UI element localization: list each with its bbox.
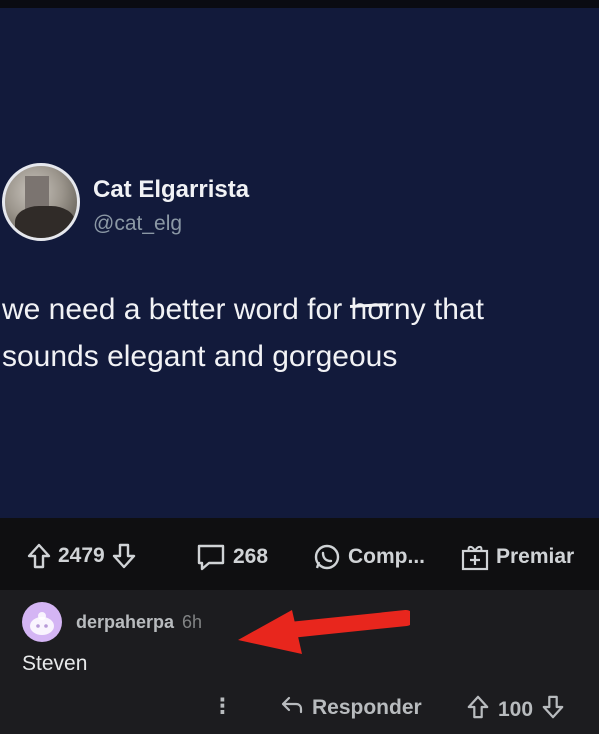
comment-timestamp: 6h (182, 612, 203, 632)
comments-button[interactable]: 268 (195, 542, 268, 572)
comment-vote-group: 100 (466, 694, 565, 726)
tweet-author-handle: @cat_elg (93, 212, 183, 235)
commenter-avatar[interactable] (22, 602, 62, 642)
whatsapp-icon (312, 542, 342, 572)
share-button[interactable]: Comp... (312, 542, 425, 572)
comment-count: 268 (233, 545, 269, 568)
reply-label: Responder (312, 696, 422, 719)
upvote-icon[interactable] (26, 542, 52, 570)
comment-icon (195, 542, 227, 572)
reply-button[interactable]: Responder (280, 694, 422, 722)
more-options-icon[interactable]: ⋮ (212, 694, 233, 719)
award-button[interactable]: Premiar (460, 542, 574, 572)
downvote-icon[interactable] (111, 542, 137, 570)
tweet-author-avatar (2, 163, 80, 241)
tweet-text: we need a better word for horny that sou… (2, 286, 599, 380)
comment-score: 100 (498, 698, 534, 721)
award-icon (460, 542, 490, 572)
award-label: Premiar (496, 545, 575, 568)
upvote-count: 2479 (58, 544, 105, 567)
comment-action-bar: ⋮ Responder 100 (0, 690, 599, 724)
share-label: Comp... (348, 545, 425, 568)
upvote-icon[interactable] (466, 694, 490, 726)
tweet-text-line-2: sounds elegant and gorgeous (2, 340, 398, 373)
top-strip (0, 0, 599, 8)
tweet-author-name: Cat Elgarrista (93, 176, 250, 203)
comment-body: Steven (22, 652, 88, 675)
red-arrow-annotation (238, 610, 410, 654)
tweet-text-line-1: we need a better word for horny that (2, 286, 599, 333)
post-action-bar: 2479 268 Comp... Premiar (0, 518, 599, 590)
vote-group: 2479 (26, 542, 137, 570)
downvote-icon[interactable] (541, 694, 565, 726)
comment-username[interactable]: derpaherpa (76, 612, 174, 633)
tweet-card: Cat Elgarrista @cat_elg we need a better… (0, 8, 599, 518)
reply-icon (280, 694, 304, 722)
struck-text: ho (351, 286, 384, 333)
